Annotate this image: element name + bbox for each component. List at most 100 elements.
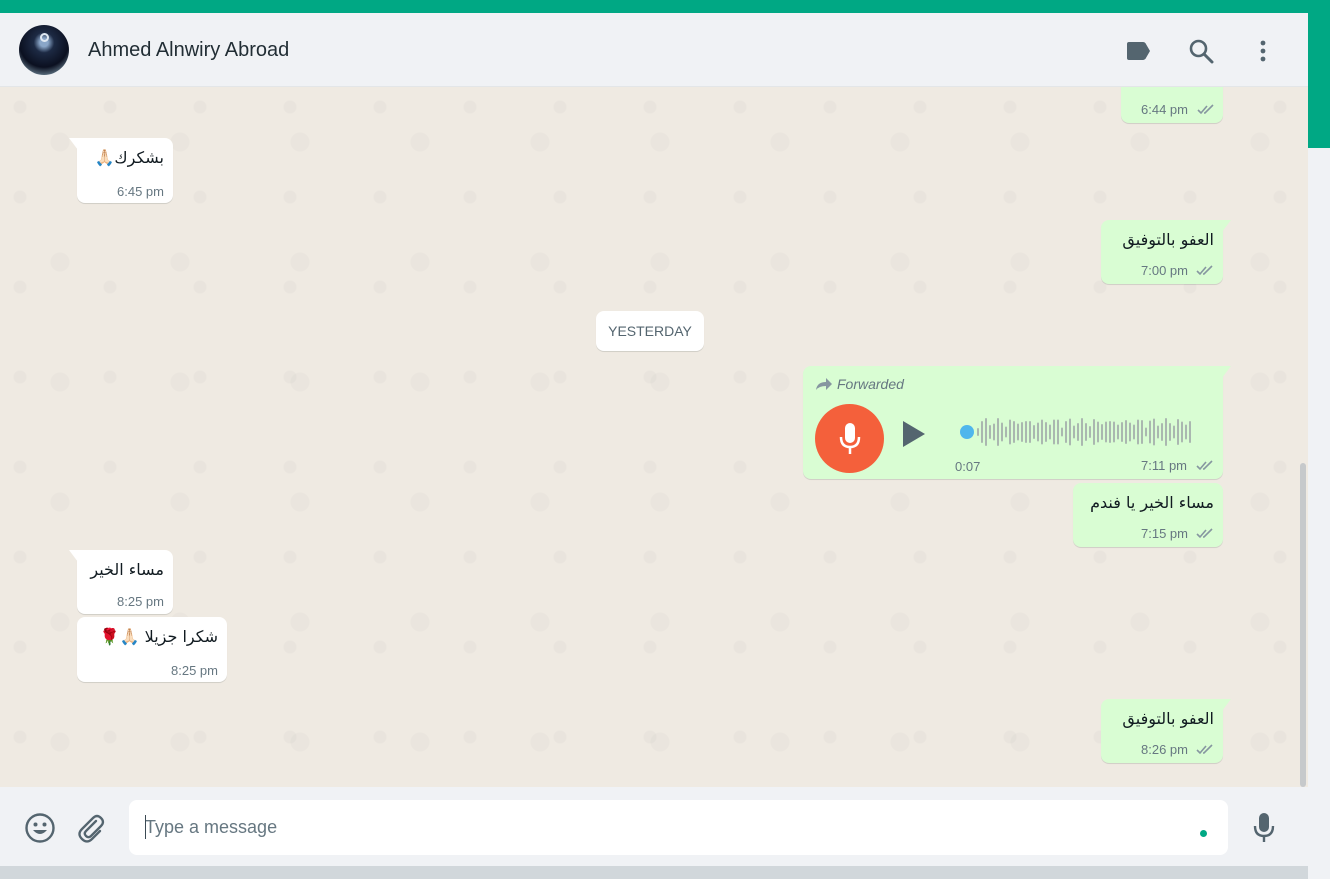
bubble-tail bbox=[1222, 699, 1231, 711]
waveform-bar bbox=[1149, 420, 1151, 444]
status-dot bbox=[1200, 830, 1207, 837]
waveform-bar bbox=[1121, 422, 1123, 442]
message-incoming[interactable]: شكرا جزيلا 🙏🏻🌹 8:25 pm bbox=[77, 617, 227, 682]
waveform-bar bbox=[1065, 421, 1067, 443]
bubble-tail bbox=[69, 550, 78, 562]
waveform-bar bbox=[1141, 420, 1143, 444]
audio-waveform[interactable] bbox=[955, 414, 1205, 450]
avatar-ring bbox=[40, 33, 49, 42]
message-time: 7:15 pm bbox=[1141, 526, 1188, 541]
waveform-bar bbox=[1029, 421, 1031, 443]
message-time: 7:00 pm bbox=[1141, 263, 1188, 278]
waveform-bar bbox=[1113, 421, 1115, 443]
waveform-bar bbox=[1125, 420, 1127, 444]
waveform-bar bbox=[1157, 425, 1159, 439]
emoji-icon[interactable] bbox=[23, 811, 57, 845]
read-receipt-icon bbox=[1196, 265, 1213, 276]
waveform-bar bbox=[1061, 427, 1063, 437]
waveform-bar bbox=[1057, 419, 1059, 445]
attach-icon[interactable] bbox=[74, 811, 108, 845]
read-receipt-icon bbox=[1197, 104, 1214, 115]
waveform-bar bbox=[1073, 425, 1075, 439]
message-text: شكرا جزيلا 🙏🏻🌹 bbox=[99, 627, 218, 646]
message-outgoing[interactable]: العفو بالتوفيق 7:00 pm bbox=[1101, 220, 1231, 284]
chat-header: Ahmed Alnwiry Abroad bbox=[0, 13, 1308, 87]
waveform-bar bbox=[1085, 423, 1087, 441]
message-outgoing[interactable]: العفو بالتوفيق 8:26 pm bbox=[1101, 699, 1231, 763]
waveform-bar bbox=[1053, 419, 1055, 445]
waveform-bar bbox=[1077, 423, 1079, 441]
waveform-bar bbox=[1137, 419, 1139, 445]
forwarded-label: Forwarded bbox=[815, 376, 904, 392]
waveform-bar bbox=[1153, 418, 1155, 446]
more-options-icon[interactable] bbox=[1249, 37, 1277, 65]
message-list[interactable]: 6:44 pm بشكرك🙏🏻 6:45 pm العفو بالتوفيق 7… bbox=[0, 87, 1308, 787]
message-outgoing[interactable]: مساء الخير يا فندم 7:15 pm bbox=[1073, 483, 1223, 547]
message-incoming[interactable]: مساء الخير 8:25 pm bbox=[69, 550, 173, 614]
waveform-bar bbox=[1105, 421, 1107, 443]
waveform-bar bbox=[1093, 419, 1095, 445]
waveform-bar bbox=[1173, 425, 1175, 439]
chat-window: Ahmed Alnwiry Abroad 6:44 pm بشكرك🙏🏻 6:4… bbox=[0, 13, 1308, 866]
side-accent bbox=[1308, 13, 1330, 148]
message-time: 6:44 pm bbox=[1141, 102, 1188, 117]
waveform-bar bbox=[993, 423, 995, 441]
message-input[interactable] bbox=[129, 800, 1228, 855]
microphone-icon[interactable] bbox=[1247, 811, 1281, 845]
waveform-bar bbox=[1089, 426, 1091, 438]
waveform-bar bbox=[1117, 424, 1119, 440]
bubble-tail bbox=[1222, 220, 1231, 232]
message-text: مساء الخير bbox=[90, 560, 164, 579]
waveform-bar bbox=[1101, 424, 1103, 440]
waveform-bar bbox=[1001, 422, 1003, 442]
message-text: العفو بالتوفيق bbox=[1122, 709, 1214, 728]
contact-avatar[interactable] bbox=[19, 25, 69, 75]
waveform-bar bbox=[1033, 425, 1035, 439]
message-text: بشكرك🙏🏻 bbox=[94, 148, 165, 167]
message-incoming[interactable]: بشكرك🙏🏻 6:45 pm bbox=[69, 138, 173, 203]
message-text: مساء الخير يا فندم bbox=[1090, 493, 1214, 512]
contact-name[interactable]: Ahmed Alnwiry Abroad bbox=[88, 39, 289, 62]
waveform-bar bbox=[1145, 427, 1147, 437]
waveform-bar bbox=[1129, 422, 1131, 442]
message-time: 8:25 pm bbox=[171, 663, 218, 678]
waveform-bar bbox=[1081, 418, 1083, 446]
voice-avatar bbox=[815, 404, 884, 473]
top-accent-bar bbox=[0, 0, 1330, 13]
forwarded-text: Forwarded bbox=[837, 376, 904, 392]
waveform-bar bbox=[1177, 419, 1179, 445]
message-composer bbox=[0, 787, 1308, 866]
waveform-bar bbox=[981, 421, 983, 443]
chat-scrollbar[interactable] bbox=[1300, 463, 1306, 787]
waveform-bar bbox=[1181, 421, 1183, 443]
waveform-bar bbox=[1161, 423, 1163, 441]
voice-message[interactable]: Forwarded 0:07 7:11 pm bbox=[803, 366, 1231, 479]
message-time: 7:11 pm bbox=[1141, 458, 1188, 473]
read-receipt-icon bbox=[1196, 744, 1213, 755]
read-receipt-icon bbox=[1196, 528, 1213, 539]
play-icon[interactable] bbox=[903, 421, 925, 447]
waveform-bar bbox=[1133, 424, 1135, 440]
waveform-bar bbox=[1021, 422, 1023, 442]
waveform-bar bbox=[985, 418, 987, 446]
message-text: العفو بالتوفيق bbox=[1122, 230, 1214, 249]
forward-icon bbox=[816, 378, 832, 390]
microphone-icon bbox=[839, 422, 860, 454]
waveform-bar bbox=[1109, 421, 1111, 443]
waveform-bar bbox=[1049, 424, 1051, 440]
waveform-bar bbox=[1189, 421, 1191, 443]
waveform-bar bbox=[1045, 422, 1047, 442]
waveform-bar bbox=[1017, 423, 1019, 441]
waveform-bar bbox=[1005, 426, 1007, 438]
waveform-bar bbox=[977, 428, 979, 436]
message-outgoing[interactable]: 6:44 pm bbox=[1121, 87, 1223, 123]
waveform-bar bbox=[1013, 421, 1015, 443]
date-divider: YESTERDAY bbox=[596, 311, 704, 351]
waveform-bar bbox=[1165, 418, 1167, 446]
search-icon[interactable] bbox=[1187, 37, 1215, 65]
label-icon[interactable] bbox=[1124, 37, 1152, 65]
read-receipt-icon bbox=[1196, 460, 1213, 471]
waveform-bar bbox=[1069, 418, 1071, 446]
bubble-tail bbox=[1222, 366, 1231, 378]
voice-duration: 0:07 bbox=[955, 459, 981, 474]
